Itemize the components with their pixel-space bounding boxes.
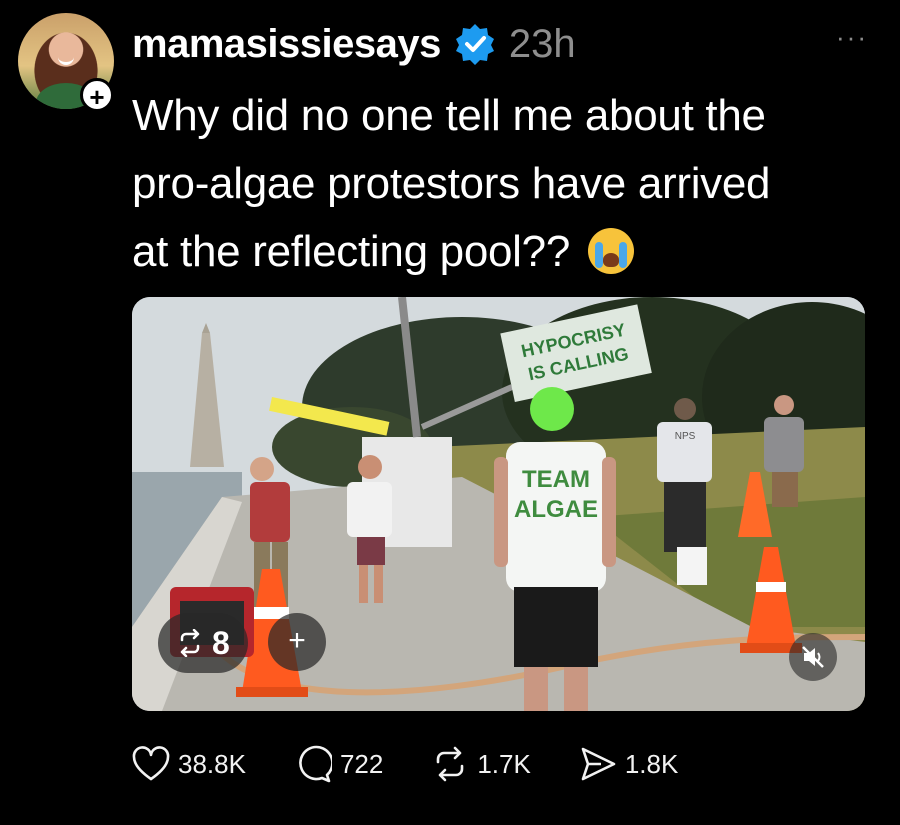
username[interactable]: mamasissiesays xyxy=(132,22,441,67)
share-icon xyxy=(581,747,616,781)
repost-count: 1.7K xyxy=(477,748,531,779)
svg-text:TEAM: TEAM xyxy=(522,466,590,493)
svg-text:ALGAE: ALGAE xyxy=(514,496,598,523)
post-actions: 38.8K 722 1.7K 1.8K xyxy=(132,745,726,783)
svg-text:NPS: NPS xyxy=(675,431,696,442)
verified-badge-icon xyxy=(455,24,494,65)
comment-icon xyxy=(299,745,332,783)
repost-count-pill[interactable]: 8 xyxy=(158,613,248,673)
like-action[interactable]: 38.8K xyxy=(132,746,246,782)
repost-icon xyxy=(180,629,200,657)
share-action[interactable]: 1.8K xyxy=(579,745,679,783)
mute-icon[interactable] xyxy=(789,633,837,681)
follow-button[interactable]: + xyxy=(80,78,114,112)
like-count: 38.8K xyxy=(178,748,246,779)
timestamp: 23h xyxy=(508,21,576,66)
heart-icon xyxy=(132,746,170,781)
repost-action[interactable]: 1.7K xyxy=(431,745,531,783)
post-video[interactable]: HYPOCRISY IS CALLING TEAM ALGAE NPS 8 + xyxy=(132,297,865,711)
repost-count: 8 xyxy=(212,624,230,661)
repost-icon xyxy=(437,746,464,782)
caption-line: Why did no one tell me about the xyxy=(132,91,766,140)
comment-count: 722 xyxy=(339,748,384,779)
caption-line: pro-algae protestors have arrived xyxy=(132,159,771,208)
crying-emoji-icon xyxy=(587,228,634,274)
post-header: mamasissiesays 23h xyxy=(132,16,576,72)
post-caption: Why did no one tell me about the pro-alg… xyxy=(132,82,872,286)
share-count: 1.8K xyxy=(624,748,679,779)
more-icon[interactable]: ··· xyxy=(836,22,868,53)
comment-action[interactable]: 722 xyxy=(294,745,383,783)
add-button[interactable]: + xyxy=(268,613,326,671)
caption-line-text: at the reflecting pool?? xyxy=(132,227,570,276)
caption-line: at the reflecting pool?? xyxy=(132,218,872,286)
thread-post: + mamasissiesays 23h ··· Why did no one … xyxy=(0,0,900,825)
